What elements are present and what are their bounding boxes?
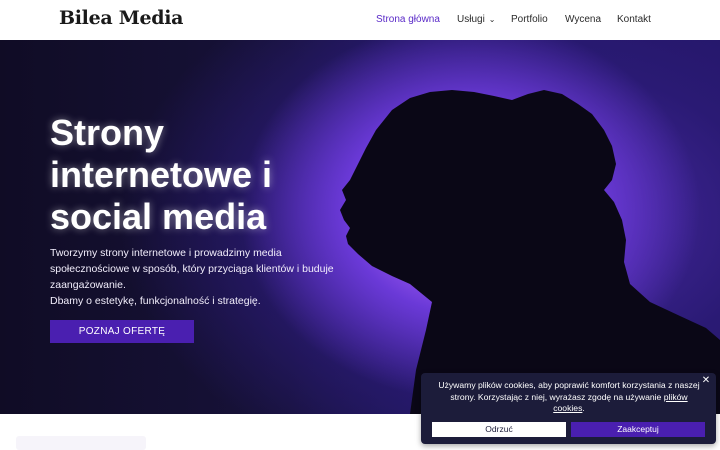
cookie-banner: ✕ Używamy plików cookies, aby poprawić k… <box>421 373 716 444</box>
hero-description-line: Tworzymy strony internetowe i prowadzimy… <box>50 247 282 259</box>
nav-item-services-label: Usługi <box>457 14 485 25</box>
faded-heading <box>16 436 146 450</box>
offer-button[interactable]: POZNAJ OFERTĘ <box>50 320 194 343</box>
nav-item-services[interactable]: Usługi ⌄ <box>457 14 496 25</box>
nav-item-portfolio[interactable]: Portfolio <box>511 14 548 25</box>
nav-item-home[interactable]: Strona główna <box>376 14 440 25</box>
cookie-text: Używamy plików cookies, aby poprawić kom… <box>438 380 700 402</box>
nav-item-contact[interactable]: Kontakt <box>617 14 651 25</box>
cookie-text-suffix: . <box>582 403 585 413</box>
hero-description: Tworzymy strony internetowe i prowadzimy… <box>50 245 350 309</box>
hero-description-line: zaangażowanie. <box>50 279 126 291</box>
cookie-message: Używamy plików cookies, aby poprawić kom… <box>435 380 703 415</box>
hero-title-line: Strony <box>50 112 165 153</box>
site-header: Bilea Media Strona główna Usługi ⌄ Portfo… <box>0 0 720 40</box>
hero-section: Strony internetowe i social media Tworzy… <box>0 40 720 414</box>
hero-title-line: internetowe i <box>50 154 273 195</box>
hero-description-line: Dbamy o estetykę, funkcjonalność i strat… <box>50 295 261 307</box>
main-nav: Strona główna Usługi ⌄ Portfolio Wycena K… <box>0 14 720 28</box>
hero-title: Strony internetowe i social media <box>50 112 370 238</box>
hero-title-line: social media <box>50 196 267 237</box>
chevron-down-icon: ⌄ <box>488 15 496 24</box>
nav-item-pricing[interactable]: Wycena <box>565 14 601 25</box>
hero-description-line: społecznościowe w sposób, który przyciąg… <box>50 263 334 275</box>
accept-button[interactable]: Zaakceptuj <box>571 422 705 437</box>
reject-button[interactable]: Odrzuć <box>432 422 566 437</box>
silhouette-shape <box>340 90 720 414</box>
